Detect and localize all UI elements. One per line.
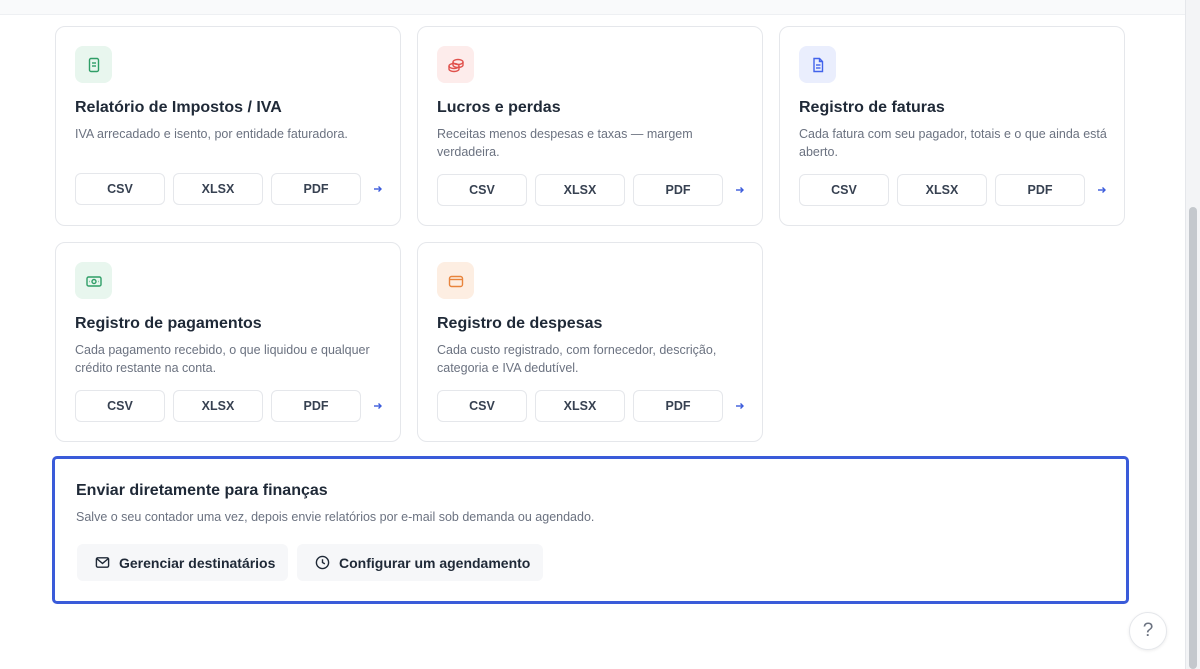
export-buttons: CSV XLSX PDF bbox=[75, 173, 385, 205]
export-xlsx-button[interactable]: XLSX bbox=[535, 390, 625, 422]
scrollbar-thumb[interactable] bbox=[1189, 207, 1197, 669]
clock-icon bbox=[315, 555, 331, 571]
wallet-icon bbox=[437, 262, 474, 299]
export-buttons: CSV XLSX PDF bbox=[799, 174, 1109, 206]
export-pdf-button[interactable]: PDF bbox=[633, 174, 723, 206]
report-title: Registro de pagamentos bbox=[75, 315, 262, 332]
finance-title: Enviar diretamente para finanças bbox=[76, 482, 328, 499]
export-pdf-button[interactable]: PDF bbox=[271, 390, 361, 422]
top-bar bbox=[0, 0, 1186, 15]
report-card-invoices: Registro de faturas Cada fatura com seu … bbox=[779, 26, 1125, 226]
coins-icon bbox=[437, 46, 474, 83]
mail-icon bbox=[95, 555, 111, 571]
manage-recipients-button[interactable]: Gerenciar destinatários bbox=[77, 544, 288, 581]
export-pdf-button[interactable]: PDF bbox=[995, 174, 1085, 206]
report-description: Cada pagamento recebido, o que liquidou … bbox=[75, 343, 370, 375]
export-buttons: CSV XLSX PDF bbox=[75, 390, 385, 422]
invoice-icon bbox=[799, 46, 836, 83]
report-title: Lucros e perdas bbox=[437, 99, 561, 116]
report-description: IVA arrecadado e isento, por entidade fa… bbox=[75, 127, 348, 141]
export-csv-button[interactable]: CSV bbox=[437, 174, 527, 206]
export-buttons: CSV XLSX PDF bbox=[437, 174, 747, 206]
export-csv-button[interactable]: CSV bbox=[437, 390, 527, 422]
export-buttons: CSV XLSX PDF bbox=[437, 390, 747, 422]
help-button[interactable]: ? bbox=[1129, 612, 1167, 650]
export-xlsx-button[interactable]: XLSX bbox=[173, 173, 263, 205]
receipt-icon bbox=[75, 46, 112, 83]
page-scrollbar[interactable] bbox=[1185, 0, 1200, 669]
report-description: Cada fatura com seu pagador, totais e o … bbox=[799, 127, 1107, 159]
arrow-right-icon[interactable] bbox=[1095, 183, 1109, 197]
report-title: Registro de faturas bbox=[799, 99, 945, 116]
export-xlsx-button[interactable]: XLSX bbox=[173, 390, 263, 422]
send-to-finance-panel: Enviar diretamente para finanças Salve o… bbox=[52, 456, 1129, 604]
arrow-right-icon[interactable] bbox=[371, 399, 385, 413]
arrow-right-icon[interactable] bbox=[733, 399, 747, 413]
export-csv-button[interactable]: CSV bbox=[75, 173, 165, 205]
configure-schedule-button[interactable]: Configurar um agendamento bbox=[297, 544, 543, 581]
report-title: Relatório de Impostos / IVA bbox=[75, 99, 282, 116]
report-description: Receitas menos despesas e taxas — margem… bbox=[437, 127, 693, 159]
report-card-expenses: Registro de despesas Cada custo registra… bbox=[417, 242, 763, 442]
finance-description: Salve o seu contador uma vez, depois env… bbox=[76, 510, 595, 524]
report-card-profit-loss: Lucros e perdas Receitas menos despesas … bbox=[417, 26, 763, 226]
report-card-payments: Registro de pagamentos Cada pagamento re… bbox=[55, 242, 401, 442]
export-pdf-button[interactable]: PDF bbox=[633, 390, 723, 422]
report-title: Registro de despesas bbox=[437, 315, 603, 332]
manage-recipients-label: Gerenciar destinatários bbox=[119, 554, 276, 571]
export-xlsx-button[interactable]: XLSX bbox=[897, 174, 987, 206]
configure-schedule-label: Configurar um agendamento bbox=[339, 554, 531, 571]
export-csv-button[interactable]: CSV bbox=[799, 174, 889, 206]
report-description: Cada custo registrado, com fornecedor, d… bbox=[437, 343, 717, 375]
arrow-right-icon[interactable] bbox=[733, 183, 747, 197]
export-xlsx-button[interactable]: XLSX bbox=[535, 174, 625, 206]
export-pdf-button[interactable]: PDF bbox=[271, 173, 361, 205]
arrow-right-icon[interactable] bbox=[371, 182, 385, 196]
report-card-tax: Relatório de Impostos / IVA IVA arrecada… bbox=[55, 26, 401, 226]
export-csv-button[interactable]: CSV bbox=[75, 390, 165, 422]
banknote-icon bbox=[75, 262, 112, 299]
